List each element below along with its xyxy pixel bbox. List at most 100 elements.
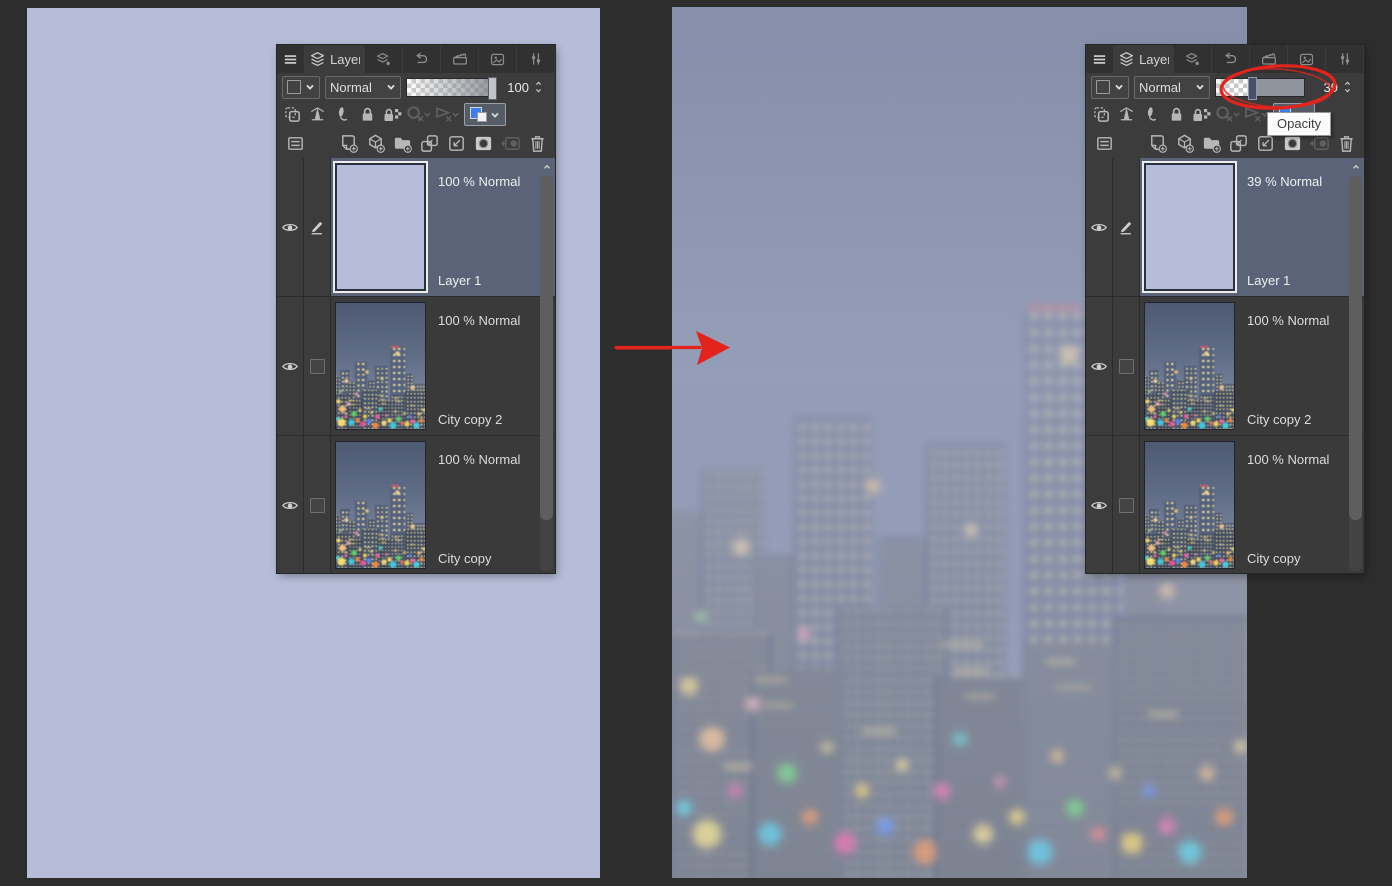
opacity-slider-handle[interactable] [488, 76, 497, 100]
tab-timeline[interactable] [1250, 45, 1289, 73]
transfer-to-lower-layer-button[interactable] [1225, 132, 1251, 155]
lock-transparent-pixels-button[interactable] [380, 103, 404, 126]
blend-mode-dropdown[interactable]: Normal [325, 75, 401, 99]
layer-checkbox[interactable] [1113, 297, 1140, 435]
scrollbar-up-icon[interactable] [539, 160, 554, 173]
layer-visibility-toggle[interactable] [1086, 436, 1113, 573]
layer-name[interactable]: Layer 1 [1247, 273, 1290, 288]
palette-options-button[interactable] [1091, 132, 1117, 155]
reference-layer-button[interactable] [1114, 103, 1138, 126]
new-layer-folder-button[interactable] [389, 132, 415, 155]
clip-to-layer-below-button[interactable] [1089, 103, 1113, 126]
new-vector-layer-button[interactable] [1171, 132, 1197, 155]
scrollbar-thumb[interactable] [540, 176, 553, 520]
new-raster-layer-button[interactable] [1144, 132, 1170, 155]
opacity-spinner[interactable] [1343, 80, 1352, 94]
tab-navigator[interactable] [479, 45, 518, 73]
merge-with-lower-layer-button[interactable] [443, 132, 469, 155]
layer-list-scrollbar[interactable] [1348, 160, 1363, 571]
layer-status: 100 % Normal [438, 452, 521, 467]
ruler-range-button[interactable] [433, 103, 460, 126]
new-vector-layer-button[interactable] [362, 132, 388, 155]
layer-row-main[interactable]: 39 % Normal Layer 1 [1140, 158, 1364, 296]
layer-row: 100 % Normal Layer 1 [277, 158, 555, 297]
scrollbar-track[interactable] [1349, 176, 1362, 571]
layer-name[interactable]: City copy 2 [438, 412, 502, 427]
palette-menu-button[interactable] [1086, 45, 1114, 73]
layer-thumbnail[interactable] [1144, 441, 1235, 569]
enable-mask-button[interactable] [405, 103, 432, 126]
palette-color-dropdown[interactable] [282, 75, 320, 99]
layer-name[interactable]: City copy 2 [1247, 412, 1311, 427]
tab-layer[interactable]: Layer [305, 45, 366, 73]
opacity-slider-handle[interactable] [1247, 76, 1257, 100]
opacity-tooltip: Opacity [1267, 112, 1332, 136]
tab-layer-property[interactable] [365, 45, 404, 73]
palette-color-dropdown[interactable] [1091, 75, 1129, 99]
tab-history[interactable] [1212, 45, 1251, 73]
layer-actions-row [277, 128, 555, 158]
layer-row: 100 % Normal City copy 2 [1086, 297, 1364, 436]
new-raster-layer-button[interactable] [335, 132, 361, 155]
layer-row-main[interactable]: 100 % Normal City copy 2 [1140, 297, 1364, 435]
layer-edit-indicator [304, 158, 331, 296]
layer-visibility-toggle[interactable] [1086, 158, 1113, 296]
ruler-range-button[interactable] [1242, 103, 1269, 126]
layer-visibility-toggle[interactable] [277, 297, 304, 435]
tab-navigator[interactable] [1288, 45, 1327, 73]
tab-layer-label: Layer [1139, 51, 1170, 67]
layer-row-main[interactable]: 100 % Normal Layer 1 [331, 158, 555, 296]
new-layer-folder-button[interactable] [1198, 132, 1224, 155]
create-layer-mask-button[interactable] [470, 132, 496, 155]
tab-layer-property[interactable] [1174, 45, 1213, 73]
layer-row: 100 % Normal City copy [277, 436, 555, 573]
draft-layer-button[interactable] [330, 103, 354, 126]
scrollbar-up-icon[interactable] [1348, 160, 1363, 173]
layer-list-scrollbar[interactable] [539, 160, 554, 571]
layer-thumbnail[interactable] [1144, 302, 1235, 430]
transfer-to-lower-layer-button[interactable] [416, 132, 442, 155]
scrollbar-track[interactable] [540, 176, 553, 571]
layer-visibility-toggle[interactable] [277, 158, 304, 296]
lock-layer-button[interactable] [355, 103, 379, 126]
layer-checkbox[interactable] [1113, 436, 1140, 573]
tab-timeline[interactable] [441, 45, 480, 73]
layer-visibility-toggle[interactable] [277, 436, 304, 573]
lock-transparent-pixels-button[interactable] [1189, 103, 1213, 126]
layer-checkbox[interactable] [304, 297, 331, 435]
tab-tool-property[interactable] [1326, 45, 1364, 73]
reference-layer-button[interactable] [305, 103, 329, 126]
layer-color-button[interactable] [464, 103, 506, 126]
opacity-slider[interactable] [406, 76, 497, 100]
layer-thumbnail[interactable] [335, 302, 426, 430]
layer-name[interactable]: Layer 1 [438, 273, 481, 288]
layer-thumbnail[interactable] [1144, 163, 1235, 291]
draft-layer-button[interactable] [1139, 103, 1163, 126]
layer-thumbnail[interactable] [335, 163, 426, 291]
palette-menu-button[interactable] [277, 45, 305, 73]
enable-mask-button[interactable] [1214, 103, 1241, 126]
layer-thumbnail[interactable] [335, 441, 426, 569]
palette-options-button[interactable] [282, 132, 308, 155]
opacity-spinner[interactable] [534, 80, 543, 94]
tab-history[interactable] [403, 45, 442, 73]
delete-layer-button[interactable] [1333, 132, 1359, 155]
scrollbar-thumb[interactable] [1349, 176, 1362, 520]
opacity-slider-fill [1216, 78, 1251, 96]
blend-mode-dropdown[interactable]: Normal [1134, 75, 1210, 99]
layer-row: 100 % Normal City copy [1086, 436, 1364, 573]
tab-tool-property[interactable] [517, 45, 555, 73]
layer-checkbox[interactable] [304, 436, 331, 573]
layer-name[interactable]: City copy [1247, 551, 1300, 566]
lock-layer-button[interactable] [1164, 103, 1188, 126]
layer-name[interactable]: City copy [438, 551, 491, 566]
layer-visibility-toggle[interactable] [1086, 297, 1113, 435]
layer-row-main[interactable]: 100 % Normal City copy [1140, 436, 1364, 573]
tab-layer[interactable]: Layer [1114, 45, 1175, 73]
opacity-slider[interactable] [1215, 76, 1305, 100]
layer-row-main[interactable]: 100 % Normal City copy [331, 436, 555, 573]
layer-row-main[interactable]: 100 % Normal City copy 2 [331, 297, 555, 435]
clip-to-layer-below-button[interactable] [280, 103, 304, 126]
apply-mask-button[interactable] [497, 132, 523, 155]
delete-layer-button[interactable] [524, 132, 550, 155]
